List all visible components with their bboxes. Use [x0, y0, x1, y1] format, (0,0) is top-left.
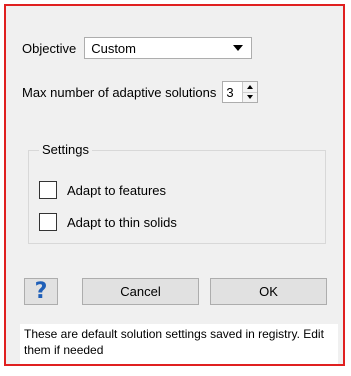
- max-solutions-value[interactable]: 3: [223, 82, 242, 102]
- info-note: These are default solution settings save…: [20, 324, 338, 364]
- dropdown-arrow-icon: [233, 45, 244, 51]
- spin-down-button[interactable]: [243, 93, 257, 103]
- spin-up-icon: [247, 84, 254, 89]
- objective-selected-value: Custom: [91, 40, 136, 56]
- spin-buttons: [242, 82, 258, 103]
- adapt-to-features-label: Adapt to features: [67, 182, 167, 198]
- adaptive-settings-dialog: Objective Custom Max number of adaptive …: [4, 4, 345, 366]
- objective-dropdown[interactable]: Custom: [84, 37, 253, 59]
- objective-row: Objective Custom: [22, 36, 253, 60]
- ok-button[interactable]: OK: [210, 278, 327, 305]
- settings-groupbox: Settings Adapt to features Adapt to thin…: [28, 142, 326, 244]
- max-solutions-row: Max number of adaptive solutions 3: [22, 81, 259, 103]
- spin-up-button[interactable]: [243, 82, 258, 93]
- adapt-to-thin-solids-checkbox[interactable]: [39, 213, 57, 231]
- adapt-to-features-option[interactable]: Adapt to features: [39, 181, 166, 199]
- question-mark-icon: ?: [34, 279, 48, 304]
- adapt-to-thin-solids-label: Adapt to thin solids: [67, 214, 177, 230]
- spin-down-icon: [247, 95, 254, 100]
- adapt-to-thin-solids-option[interactable]: Adapt to thin solids: [39, 213, 177, 231]
- help-button[interactable]: ?: [24, 278, 58, 305]
- cancel-button[interactable]: Cancel: [82, 278, 199, 305]
- adapt-to-features-checkbox[interactable]: [39, 181, 57, 199]
- settings-group-title: Settings: [39, 142, 92, 157]
- objective-label: Objective: [22, 40, 77, 56]
- max-solutions-spinbox[interactable]: 3: [222, 81, 259, 103]
- max-solutions-label: Max number of adaptive solutions: [22, 84, 217, 100]
